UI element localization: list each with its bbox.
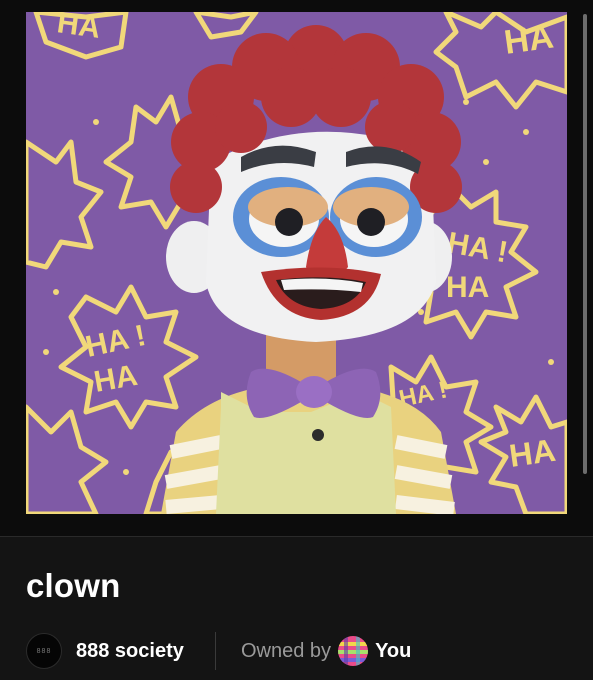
divider [215, 632, 216, 670]
media-card: HA HA ! HA HA ! HA HA ! HA HA [0, 0, 593, 537]
scrollbar-thumb[interactable] [583, 14, 587, 474]
owner-name[interactable]: You [375, 640, 411, 663]
collection-logo-icon[interactable]: 888 [26, 633, 62, 669]
owner-info: Owned by You [241, 632, 411, 670]
owner-avatar-icon[interactable] [338, 636, 369, 666]
ha-text: HA [502, 17, 556, 61]
collection-name[interactable]: 888 society [76, 640, 184, 663]
owned-by-label: Owned by [241, 639, 332, 662]
collection-link[interactable]: 888 888 society [26, 632, 184, 670]
vest-button [312, 429, 324, 441]
collection-avatar-text: 888 [36, 647, 52, 655]
item-title: clown [26, 567, 121, 604]
nft-artwork[interactable]: HA HA ! HA HA ! HA HA ! HA HA [26, 12, 567, 514]
clown-illustration: HA HA ! HA HA ! HA HA ! HA HA [26, 12, 567, 514]
ha-text: HA [507, 432, 558, 474]
right-eye [330, 177, 422, 257]
ha-text: HA [446, 271, 489, 304]
item-meta-row: 888 888 society Owned by You [26, 632, 586, 670]
